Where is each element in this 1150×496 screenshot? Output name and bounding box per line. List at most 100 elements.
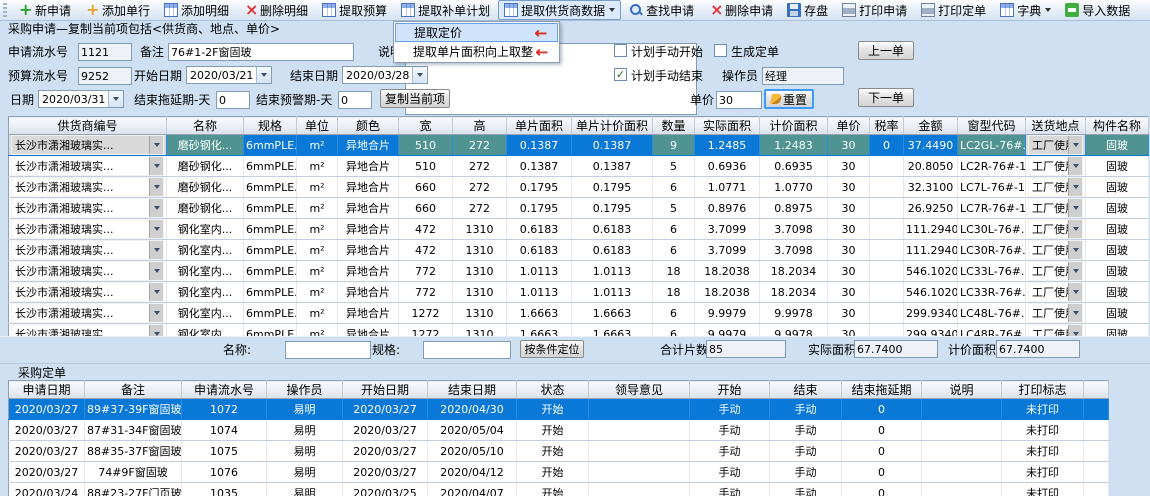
cell[interactable]: 18.2034 bbox=[760, 282, 828, 303]
toolbar-button-delete-x[interactable]: 删除申请 bbox=[702, 0, 779, 20]
locate-by-condition-button[interactable]: 按条件定位 bbox=[520, 340, 584, 358]
dropdown-cell[interactable]: 工厂使用 bbox=[1026, 261, 1086, 282]
cell[interactable]: m² bbox=[297, 219, 338, 240]
cell[interactable]: 0 bbox=[842, 441, 922, 462]
cell[interactable] bbox=[870, 177, 904, 198]
cell[interactable]: 18.2034 bbox=[760, 261, 828, 282]
cell[interactable]: 30 bbox=[828, 240, 870, 261]
cell[interactable]: 3.7098 bbox=[760, 240, 828, 261]
column-header[interactable]: 高 bbox=[453, 117, 507, 135]
cell[interactable]: 1.0113 bbox=[507, 261, 572, 282]
dropdown-cell[interactable]: 长沙市潇湘玻璃实... bbox=[9, 282, 167, 303]
cell[interactable]: 0.1795 bbox=[507, 198, 572, 219]
cell[interactable]: 30 bbox=[828, 177, 870, 198]
cell[interactable]: 易明 bbox=[267, 420, 343, 441]
budget-no-field[interactable] bbox=[78, 67, 132, 85]
cell[interactable]: LC48L-76#... bbox=[958, 303, 1026, 324]
cell[interactable]: m² bbox=[297, 303, 338, 324]
cell[interactable]: 1.2483 bbox=[760, 135, 828, 156]
cell[interactable]: 299.9340 bbox=[904, 303, 958, 324]
table-row[interactable]: 长沙市潇湘玻璃实...钢化室内...6mmPLE...m²异地合片1272131… bbox=[9, 303, 1149, 324]
cell[interactable]: 磨砂钢化... bbox=[167, 198, 244, 219]
cell[interactable] bbox=[589, 420, 690, 441]
cell[interactable]: 772 bbox=[399, 261, 453, 282]
cell[interactable]: 磨砂钢化... bbox=[167, 135, 244, 156]
cell[interactable]: 0.1795 bbox=[572, 177, 653, 198]
dropdown-cell[interactable]: 工厂使用 bbox=[1026, 156, 1086, 177]
cell[interactable]: 0.6183 bbox=[507, 240, 572, 261]
cell[interactable]: 磨砂钢化... bbox=[167, 177, 244, 198]
cell[interactable]: LC30L-76#... bbox=[958, 219, 1026, 240]
cell[interactable]: 开始 bbox=[517, 399, 589, 420]
cell[interactable]: 异地合片 bbox=[338, 219, 399, 240]
toolbar-button-table-extract[interactable]: 提取预算 bbox=[316, 0, 393, 20]
cell[interactable]: 固玻 bbox=[1086, 219, 1149, 240]
column-header[interactable] bbox=[1084, 381, 1109, 399]
end-warn-field[interactable] bbox=[338, 91, 372, 109]
cell[interactable]: LC30R-76#... bbox=[958, 240, 1026, 261]
cell[interactable]: 2020/03/27 bbox=[9, 441, 85, 462]
cell[interactable]: 111.2940 bbox=[904, 219, 958, 240]
column-header[interactable]: 单片计价面积 bbox=[572, 117, 653, 135]
cell[interactable]: 6mmPLE... bbox=[244, 135, 297, 156]
cell[interactable]: 3.7098 bbox=[760, 219, 828, 240]
cell[interactable]: LC33R-76#... bbox=[958, 282, 1026, 303]
toolbar-button-table-add[interactable]: 添加明细 bbox=[158, 0, 235, 20]
table-row[interactable]: 长沙市潇湘玻璃实...磨砂钢化...6mmPLE...m²异地合片6602720… bbox=[9, 177, 1149, 198]
cell[interactable] bbox=[870, 261, 904, 282]
toolbar-button-print[interactable]: 打印定单 bbox=[915, 0, 992, 20]
cell[interactable]: 6mmPLE... bbox=[244, 261, 297, 282]
column-header[interactable]: 送货地点 bbox=[1026, 117, 1086, 135]
toolbar-button-save[interactable]: 存盘 bbox=[781, 0, 834, 20]
cell[interactable]: 18 bbox=[653, 261, 695, 282]
cell[interactable]: 1310 bbox=[453, 219, 507, 240]
cell[interactable]: 0 bbox=[842, 462, 922, 483]
cell[interactable] bbox=[870, 198, 904, 219]
column-header[interactable]: 宽 bbox=[399, 117, 453, 135]
cell[interactable]: 74#9F窗固玻 bbox=[85, 462, 182, 483]
table-row[interactable]: 长沙市潇湘玻璃实...钢化室内...6mmPLE...m²异地合片7721310… bbox=[9, 282, 1149, 303]
dropdown-cell[interactable]: 工厂使用 bbox=[1026, 240, 1086, 261]
cell[interactable]: LC33L-76#... bbox=[958, 261, 1026, 282]
cell[interactable]: 固玻 bbox=[1086, 303, 1149, 324]
cell[interactable] bbox=[870, 219, 904, 240]
cell[interactable]: 钢化室内... bbox=[167, 282, 244, 303]
column-header[interactable]: 规格 bbox=[244, 117, 297, 135]
table-row[interactable]: 长沙市潇湘玻璃实...磨砂钢化...6mmPLE...m²异地合片5102720… bbox=[9, 156, 1149, 177]
column-header[interactable]: 开始日期 bbox=[343, 381, 428, 399]
cell[interactable]: 手动 bbox=[770, 420, 842, 441]
cell[interactable]: LC2R-76#-1F bbox=[958, 156, 1026, 177]
cell[interactable]: 易明 bbox=[267, 399, 343, 420]
cell[interactable]: 固玻 bbox=[1086, 282, 1149, 303]
dropdown-cell[interactable]: 长沙市潇湘玻璃实... bbox=[9, 198, 167, 219]
toolbar-button-new-plus[interactable]: 新申请 bbox=[12, 0, 77, 20]
table-row[interactable]: 长沙市潇湘玻璃实...磨砂钢化...6mmPLE...m²异地合片5102720… bbox=[9, 135, 1149, 156]
cell[interactable]: 钢化室内... bbox=[167, 219, 244, 240]
cell[interactable]: 30 bbox=[828, 198, 870, 219]
cell[interactable]: 2020/03/27 bbox=[343, 462, 428, 483]
reset-button[interactable]: 重置 bbox=[764, 89, 814, 109]
dropdown-cell[interactable]: 工厂使用 bbox=[1026, 177, 1086, 198]
table-row[interactable]: 长沙市潇湘玻璃实...钢化室内...6mmPLE...m²异地合片7721310… bbox=[9, 261, 1149, 282]
cell[interactable] bbox=[1084, 441, 1109, 462]
cell[interactable]: m² bbox=[297, 261, 338, 282]
toolbar-button-search[interactable]: 查找申请 bbox=[623, 0, 700, 20]
table-row[interactable]: 2020/03/2774#9F窗固玻1076易明2020/03/272020/0… bbox=[9, 462, 1109, 483]
cell[interactable]: 0.6183 bbox=[572, 240, 653, 261]
cell[interactable]: 1.0113 bbox=[507, 282, 572, 303]
cell[interactable]: 26.9250 bbox=[904, 198, 958, 219]
cell[interactable]: 固玻 bbox=[1086, 240, 1149, 261]
toolbar-button-print[interactable]: 打印申请 bbox=[836, 0, 913, 20]
generate-order-checkbox[interactable] bbox=[714, 44, 727, 57]
cell[interactable]: 5 bbox=[653, 156, 695, 177]
cell[interactable]: 30 bbox=[828, 303, 870, 324]
column-header[interactable]: 供货商编号 bbox=[9, 117, 167, 135]
cell[interactable]: 30 bbox=[828, 156, 870, 177]
cell[interactable]: 1.6663 bbox=[572, 303, 653, 324]
column-header[interactable]: 计价面积 bbox=[760, 117, 828, 135]
table-row[interactable]: 长沙市潇湘玻璃实...钢化室内...6mmPLE...m²异地合片4721310… bbox=[9, 240, 1149, 261]
actual-area-field[interactable] bbox=[854, 340, 938, 358]
menu-item[interactable]: 提取单片面积向上取整← bbox=[395, 42, 558, 61]
column-header[interactable]: 备注 bbox=[85, 381, 182, 399]
column-header[interactable]: 颜色 bbox=[338, 117, 399, 135]
